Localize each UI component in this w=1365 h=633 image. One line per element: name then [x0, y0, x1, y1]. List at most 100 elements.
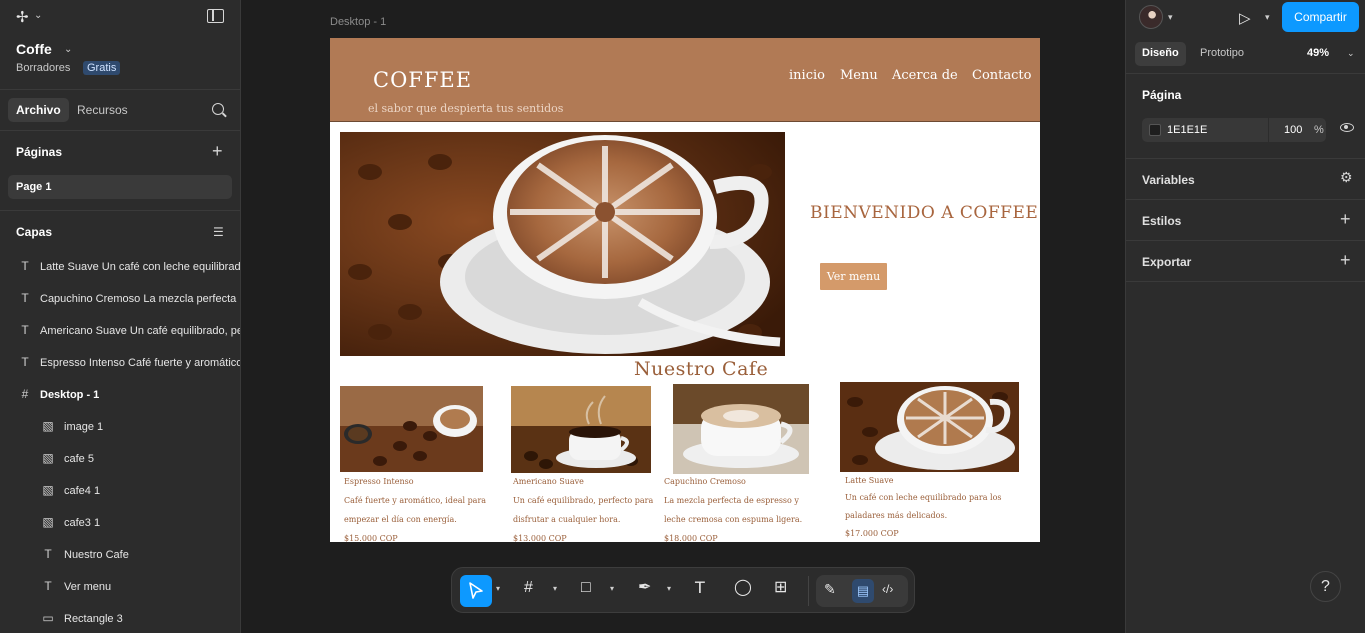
layer-label: Rectangle 3 — [64, 613, 123, 625]
layer-item[interactable]: ▧ cafe4 1 — [0, 479, 240, 503]
tab-prototipo[interactable]: Prototipo — [1200, 47, 1244, 59]
add-export-icon[interactable]: + — [1340, 251, 1351, 269]
tab-recursos[interactable]: Recursos — [77, 103, 128, 117]
figma-logo-icon[interactable]: ✢ — [16, 8, 29, 26]
card-price: $17.000 COP — [845, 529, 899, 538]
chevron-down-icon[interactable]: ▾ — [667, 584, 671, 593]
design-frame[interactable]: COFFEE el sabor que despierta tus sentid… — [330, 38, 1040, 542]
chevron-down-icon[interactable]: ⌄ — [34, 10, 42, 21]
page-item[interactable]: Page 1 — [8, 175, 232, 199]
avatar[interactable] — [1139, 5, 1163, 29]
image-layer-icon: ▧ — [42, 515, 54, 529]
card-description: La mezcla perfecta de espresso y leche c… — [664, 496, 803, 524]
draw-mode-icon[interactable]: ✎ — [824, 582, 836, 596]
layer-label: cafe4 1 — [64, 485, 101, 497]
nav-link-acerca[interactable]: Acerca de — [892, 68, 958, 83]
eye-icon[interactable] — [1340, 123, 1354, 132]
color-swatch[interactable] — [1149, 124, 1161, 136]
layer-label: cafe3 1 — [64, 517, 101, 529]
layer-item[interactable]: ▧ cafe3 1 — [0, 511, 240, 535]
ver-menu-button[interactable]: Ver menu — [820, 263, 887, 290]
layer-item[interactable]: T Nuestro Cafe — [0, 543, 240, 567]
card-description: Un café con leche equilibrado para los p… — [845, 493, 1002, 520]
text-layer-icon: T — [21, 291, 29, 305]
page-section-title: Página — [1142, 88, 1182, 102]
layer-item[interactable]: T Ver menu — [0, 575, 240, 599]
divider — [0, 89, 240, 90]
chevron-down-icon[interactable]: ▾ — [1265, 12, 1270, 23]
share-button[interactable]: Compartir — [1282, 2, 1359, 32]
actions-tool-icon[interactable]: ⊞ — [774, 580, 787, 596]
card-title: Espresso Intenso — [344, 477, 414, 486]
card-title: Capuchino Cremoso — [664, 477, 746, 486]
file-name[interactable]: Coffe — [16, 41, 52, 57]
card-description: Café fuerte y aromático, ideal para empe… — [344, 496, 487, 524]
pen-tool-icon[interactable]: ✒ — [638, 580, 651, 596]
layer-item-frame[interactable]: # Desktop - 1 — [0, 383, 240, 407]
layer-item[interactable]: ▧ image 1 — [0, 415, 240, 439]
rectangle-tool-icon[interactable]: □ — [581, 580, 591, 596]
nav-link-menu[interactable]: Menu — [840, 68, 878, 83]
nav-link-inicio[interactable]: inicio — [789, 68, 825, 83]
move-tool-button[interactable] — [460, 575, 492, 607]
variables-section[interactable]: Variables — [1142, 173, 1195, 187]
chevron-down-icon[interactable]: ▾ — [496, 584, 500, 593]
figma-app: ✢ ⌄ Coffe ⌄ Borradores Gratis Archivo Re… — [0, 0, 1365, 633]
toolbar-divider — [808, 576, 809, 606]
chevron-down-icon[interactable]: ▾ — [553, 584, 557, 593]
zoom-level[interactable]: 49% — [1307, 47, 1329, 59]
layer-item[interactable]: T Capuchino Cremoso La mezcla perfecta — [0, 287, 240, 311]
chevron-down-icon[interactable]: ▾ — [1168, 12, 1173, 23]
chevron-down-icon[interactable]: ⌄ — [64, 44, 72, 55]
panel-toggle-icon[interactable] — [207, 9, 224, 23]
background-color-field[interactable]: 1E1E1E 100 % — [1142, 118, 1326, 142]
styles-section[interactable]: Estilos — [1142, 214, 1181, 228]
variables-settings-icon[interactable]: ⚙ — [1340, 170, 1353, 184]
layer-item[interactable]: T Latte Suave Un café con leche equilibr… — [0, 255, 240, 279]
bottom-toolbar: ▾ # ▾ □ ▾ ✒ ▾ T ◯ ⊞ ✎ ▤ ‹/› — [451, 567, 915, 613]
present-icon[interactable]: ▷ — [1239, 9, 1251, 27]
tab-diseno[interactable]: Diseño — [1135, 42, 1186, 66]
add-style-icon[interactable]: + — [1340, 210, 1351, 228]
search-icon[interactable] — [212, 103, 224, 115]
nav-link-contacto[interactable]: Contacto — [972, 68, 1031, 83]
help-button[interactable]: ? — [1310, 571, 1341, 602]
layer-label: Ver menu — [64, 581, 112, 593]
rectangle-layer-icon: ▭ — [42, 611, 54, 625]
layer-item[interactable]: T Americano Suave Un café equilibrado, p… — [0, 319, 240, 343]
divider — [1126, 240, 1365, 241]
chevron-down-icon[interactable]: ▾ — [610, 584, 614, 593]
divider — [1126, 73, 1365, 74]
frame-tool-icon[interactable]: # — [524, 580, 533, 596]
divider — [1126, 281, 1365, 282]
card-price: $13.000 COP — [513, 534, 567, 542]
image-layer-icon: ▧ — [42, 483, 54, 497]
tab-archivo[interactable]: Archivo — [8, 98, 69, 122]
site-tagline: el sabor que despierta tus sentidos — [368, 102, 564, 115]
card-image-espresso — [340, 386, 483, 472]
text-layer-icon: T — [21, 355, 29, 369]
card-image-americano — [511, 386, 651, 473]
site-header: COFFEE el sabor que despierta tus sentid… — [330, 38, 1040, 122]
right-panel: ▾ ▷ ▾ Compartir Diseño Prototipo 49% ⌄ P… — [1125, 0, 1365, 633]
frame-label[interactable]: Desktop - 1 — [330, 16, 386, 28]
drafts-link[interactable]: Borradores — [16, 62, 70, 74]
add-page-icon[interactable]: + — [212, 142, 223, 160]
layer-label: Capuchino Cremoso La mezcla perfecta — [40, 293, 237, 305]
text-tool-icon[interactable]: T — [695, 580, 705, 596]
plan-badge[interactable]: Gratis — [83, 61, 121, 75]
layer-item[interactable]: T Espresso Intenso Café fuerte y aromáti… — [0, 351, 240, 375]
design-mode-icon[interactable]: ▤ — [852, 579, 874, 603]
layer-item[interactable]: ▧ cafe 5 — [0, 447, 240, 471]
layer-item[interactable]: ▭ Rectangle 3 — [0, 607, 240, 631]
dev-mode-icon[interactable]: ‹/› — [882, 583, 893, 595]
layers-filter-icon[interactable]: ☰ — [213, 225, 224, 239]
opacity-value[interactable]: 100 — [1284, 124, 1302, 136]
card-description: Un café equilibrado, perfecto para disfr… — [513, 496, 654, 524]
export-section[interactable]: Exportar — [1142, 255, 1191, 269]
comment-tool-icon[interactable]: ◯ — [734, 580, 752, 596]
layer-label: cafe 5 — [64, 453, 94, 465]
chevron-down-icon[interactable]: ⌄ — [1347, 48, 1355, 59]
hex-value[interactable]: 1E1E1E — [1167, 124, 1207, 136]
layers-title: Capas — [16, 225, 53, 239]
